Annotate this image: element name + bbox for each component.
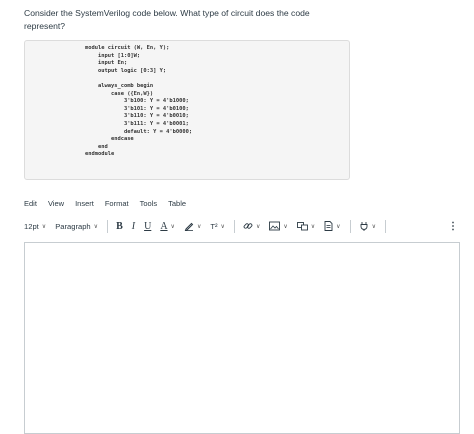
document-icon (324, 221, 333, 231)
paragraph-value: Paragraph (55, 221, 91, 231)
toolbar-divider (107, 219, 109, 233)
paragraph-select[interactable]: Paragraph ∨ (55, 222, 98, 231)
superscript-button[interactable]: T² ∨ (210, 222, 225, 231)
embed-icon (296, 222, 308, 231)
embed-button[interactable]: ∨ (296, 221, 316, 231)
chevron-down-icon: ∨ (220, 223, 225, 230)
chevron-down-icon: ∨ (336, 223, 341, 230)
code-line: input [1:0]W; (85, 52, 141, 59)
editor-toolbar: 12pt ∨ Paragraph ∨ B I U A ∨ ∨ T² ∨ ∨ ∨ … (24, 215, 458, 237)
chevron-down-icon: ∨ (310, 223, 316, 230)
image-button[interactable]: ∨ (269, 221, 288, 231)
pencil-icon (184, 222, 194, 231)
code-line: 3'b101: Y = 4'b0100; (85, 105, 189, 112)
code-line: input En; (85, 60, 128, 67)
document-button[interactable]: ∨ (324, 221, 341, 231)
toolbar-divider (233, 219, 235, 233)
text-color-button[interactable]: A ∨ (160, 221, 175, 232)
chevron-down-icon: ∨ (283, 223, 288, 230)
superscript-icon: T² (210, 221, 218, 231)
code-line: end (85, 143, 108, 150)
chevron-down-icon: ∨ (196, 223, 202, 230)
chevron-down-icon: ∨ (170, 223, 175, 230)
link-button[interactable]: ∨ (243, 221, 260, 231)
chevron-down-icon: ∨ (255, 223, 261, 230)
highlight-button[interactable]: ∨ (184, 221, 201, 231)
text-color-icon: A (160, 220, 168, 232)
menu-tools[interactable]: Tools (140, 199, 158, 213)
font-size-value: 12pt (24, 221, 39, 231)
code-line: endmodule (85, 151, 115, 158)
code-line: output logic [0:3] Y; (85, 67, 167, 74)
rich-text-editor-area[interactable] (24, 242, 460, 434)
menu-table[interactable]: Table (168, 199, 186, 213)
code-line: default: Y = 4'b0000; (85, 128, 193, 135)
question-line-2: represent? (24, 21, 66, 31)
image-icon (269, 221, 281, 231)
link-icon (243, 223, 253, 229)
code-line: case ({En,W}) (85, 90, 154, 97)
font-size-select[interactable]: 12pt ∨ (24, 222, 46, 231)
question-line-1: Consider the SystemVerilog code below. W… (24, 8, 310, 18)
code-listing: module circuit (W, En, Y); input [1:0]W;… (85, 45, 192, 159)
code-line: 3'b111: Y = 4'b0001; (85, 120, 189, 127)
code-block: module circuit (W, En, Y); input [1:0]W;… (24, 40, 350, 180)
menu-edit[interactable]: Edit (24, 199, 37, 213)
code-line: endcase (85, 136, 134, 143)
menu-view[interactable]: View (48, 199, 64, 213)
apps-button[interactable]: ∨ (359, 221, 376, 231)
code-line: 3'b100: Y = 4'b1000; (85, 98, 189, 105)
underline-button[interactable]: U (144, 221, 151, 232)
more-options-icon[interactable]: ⋮ (448, 221, 458, 232)
italic-button[interactable]: I (132, 221, 135, 232)
code-line: 3'b110: Y = 4'b0010; (85, 113, 189, 120)
chevron-down-icon: ∨ (93, 223, 99, 230)
question-text: Consider the SystemVerilog code below. W… (24, 7, 444, 33)
menu-format[interactable]: Format (105, 199, 129, 213)
plug-icon (360, 222, 368, 231)
toolbar-divider (349, 219, 351, 233)
chevron-down-icon: ∨ (41, 223, 47, 230)
menu-insert[interactable]: Insert (75, 199, 94, 213)
code-line: module circuit (W, En, Y); (85, 45, 170, 51)
chevron-down-icon: ∨ (371, 223, 376, 230)
code-line: always_comb begin (85, 82, 154, 89)
editor-menubar: Edit View Insert Format Tools Table (24, 199, 186, 213)
bold-button[interactable]: B (116, 221, 123, 232)
toolbar-divider (384, 219, 386, 233)
